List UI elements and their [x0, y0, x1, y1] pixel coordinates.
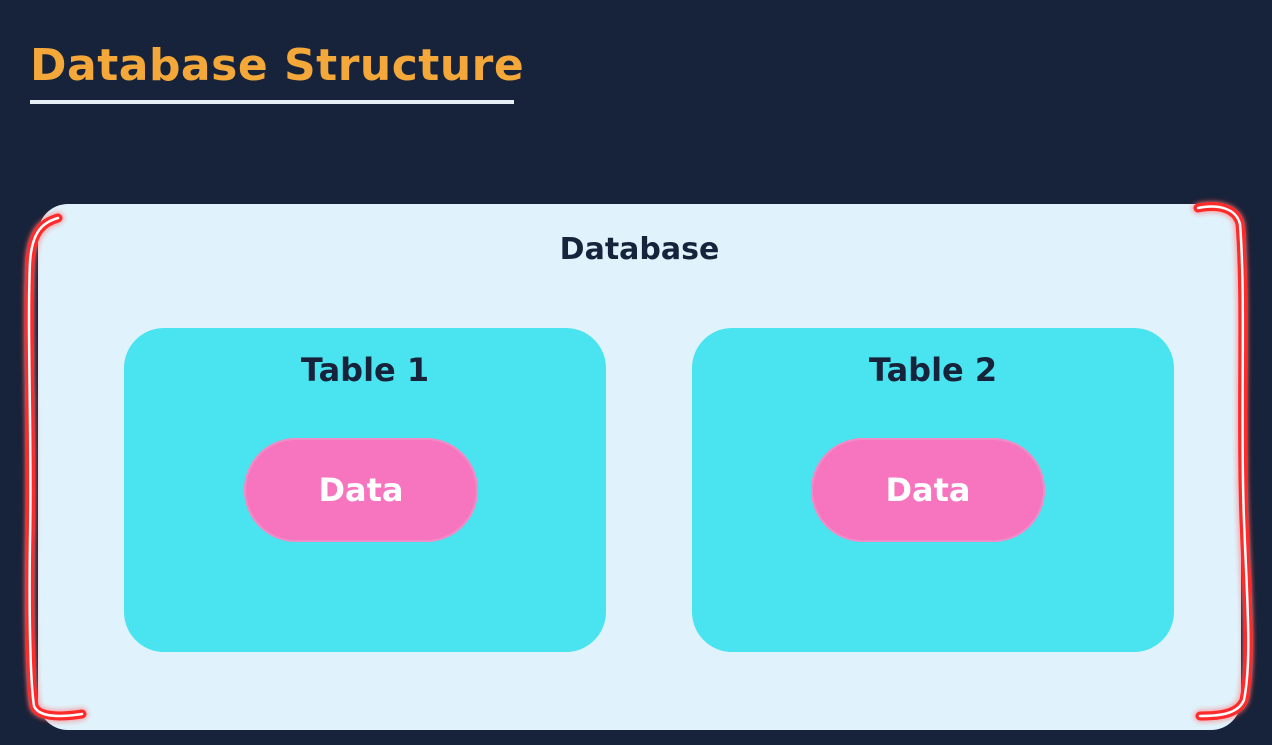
title-underline	[30, 100, 514, 104]
slide-title: Database Structure	[30, 40, 525, 91]
database-label: Database	[559, 232, 720, 267]
database-container: Database Table 1 Data Table 2 Data	[38, 204, 1241, 730]
table-2-data-label: Data	[885, 471, 971, 509]
table-1-label: Table 1	[300, 351, 430, 389]
table-1-data-label: Data	[318, 471, 404, 509]
table-1-box: Table 1 Data	[124, 328, 606, 652]
table-1-data-pill: Data	[244, 438, 478, 542]
table-2-data-pill: Data	[811, 438, 1045, 542]
table-2-label: Table 2	[868, 351, 998, 389]
table-2-box: Table 2 Data	[692, 328, 1174, 652]
